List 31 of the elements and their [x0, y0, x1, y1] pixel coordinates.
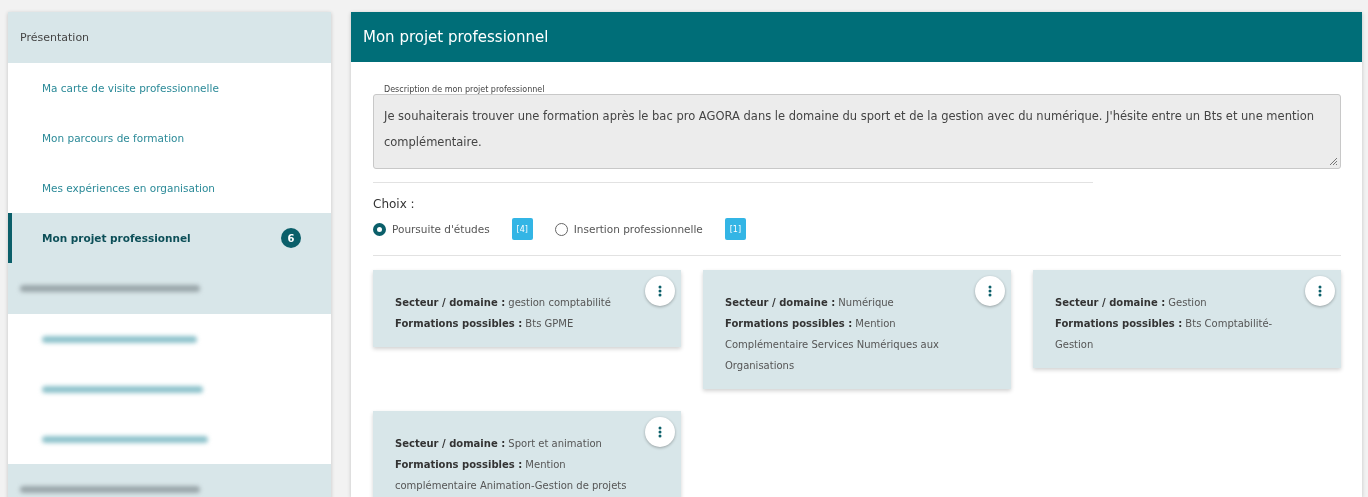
card-text: Formations possibles : Bts Comptabilité-Gestion — [1055, 317, 1274, 352]
more-options-button[interactable] — [645, 417, 675, 447]
radio-option[interactable]: Insertion professionnelle — [554, 222, 703, 236]
sidebar-item[interactable]: Mes expériences en organisation — [8, 163, 331, 213]
more-options-button[interactable] — [975, 276, 1005, 306]
card-text: Secteur / domaine : Numérique — [725, 296, 895, 310]
panel-title: Mon projet professionnel — [363, 28, 549, 46]
vertical-dots-icon — [658, 285, 662, 297]
count-badge: [4] — [511, 218, 533, 240]
field-label: Description de mon projet professionnel — [383, 85, 546, 95]
vertical-dots-icon — [988, 285, 992, 297]
sidebar-item[interactable]: Ma carte de visite professionnelle — [8, 63, 331, 113]
card-text: Secteur / domaine : gestion comptabilité — [395, 296, 612, 310]
card-text: Secteur / domaine : Gestion — [1055, 296, 1208, 310]
card-text: Formations possibles : Mention complémentaire Animation-Gestion de projets — [395, 458, 628, 493]
more-options-button[interactable] — [645, 276, 675, 306]
count-badge: [1] — [724, 218, 746, 240]
sidebar-item[interactable]: Mon projet professionnel 6 — [8, 213, 331, 263]
description-field[interactable]: Je souhaiterais trouver une formation après le bac pro AGORA dans le domaine du sport et de la gestion avec du numérique. J'hésite entre un Bts et une mention complémentaire. — [373, 94, 1341, 169]
sidebar-item[interactable]: Mon parcours de formation — [8, 113, 331, 163]
count-badge: 6 — [281, 228, 301, 248]
card-text: Formations possibles : Bts GPME — [395, 317, 575, 331]
card-text: Formations possibles : Mention Complémentaire Services Numériques aux Organisations — [725, 317, 940, 373]
more-options-button[interactable] — [1305, 276, 1335, 306]
vertical-dots-icon — [1318, 285, 1322, 297]
resize-handle-icon[interactable] — [1328, 156, 1338, 166]
vertical-dots-icon — [658, 426, 662, 438]
radio-option[interactable]: Poursuite d'études — [373, 222, 490, 236]
card-text: Secteur / domaine : Sport et animation — [395, 437, 603, 451]
choice-label: Choix : — [373, 197, 416, 211]
section-title: Présentation — [20, 31, 90, 44]
